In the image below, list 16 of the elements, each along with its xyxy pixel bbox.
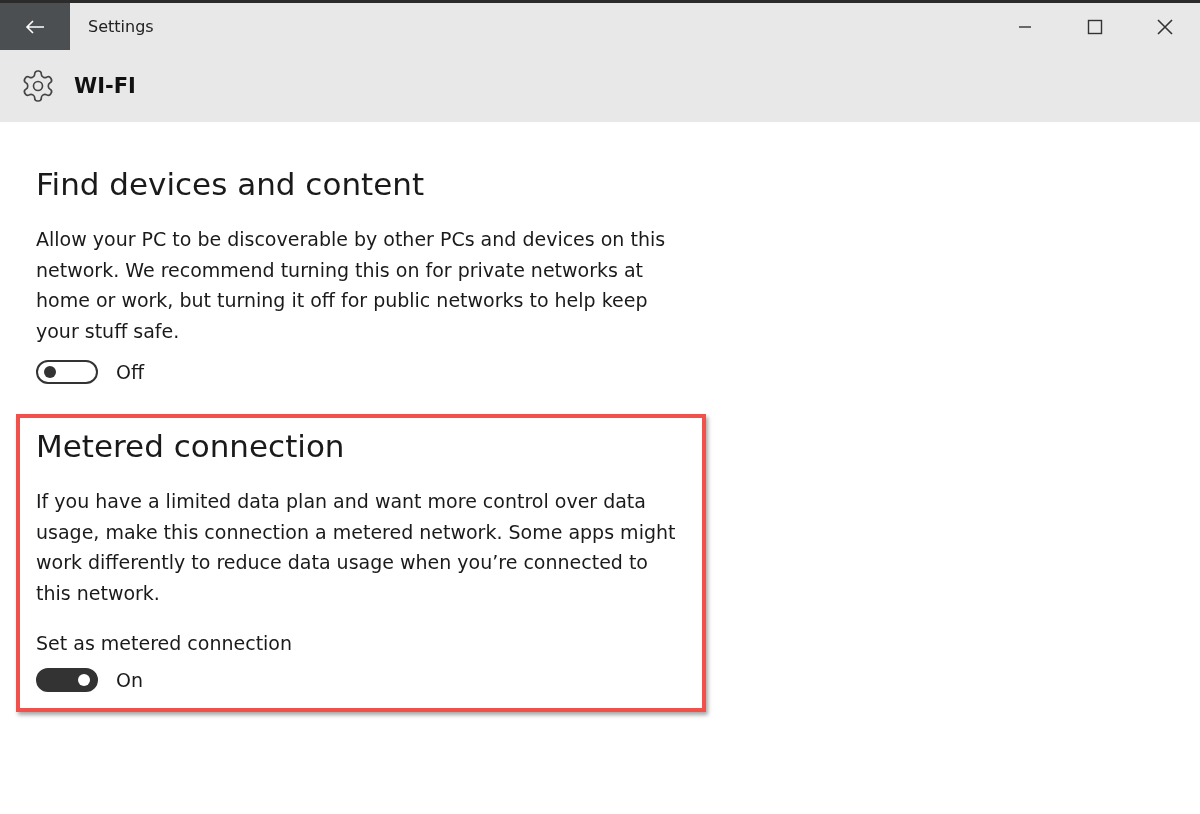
page-title: WI-FI <box>74 74 136 98</box>
section-description: Allow your PC to be discoverable by other PCs and devices on this network. We recommend turning this on for private networks at home or work, but turning it off for public networks to help keep your stuff safe. <box>36 227 667 344</box>
window-title: Settings <box>88 17 155 36</box>
close-icon <box>1157 18 1173 35</box>
toggle-state: Off <box>116 361 145 383</box>
back-button[interactable] <box>0 3 70 50</box>
toggle-switch[interactable] <box>36 360 98 384</box>
minimize-icon <box>1018 25 1032 28</box>
back-arrow-icon <box>25 18 45 35</box>
maximize-icon <box>1087 18 1103 35</box>
toggle-switch[interactable] <box>36 668 98 692</box>
toggle-state: On <box>116 669 143 691</box>
section-heading: Find devices and content <box>36 166 426 202</box>
section-heading: Metered connection <box>36 428 346 464</box>
section-description: If you have a limited data plan and want more control over data usage, make this connection a metered network. Some apps might work differently to reduce data usage when you’re connected to this network. <box>36 489 677 606</box>
toggle-label: Set as metered connection <box>36 632 294 654</box>
